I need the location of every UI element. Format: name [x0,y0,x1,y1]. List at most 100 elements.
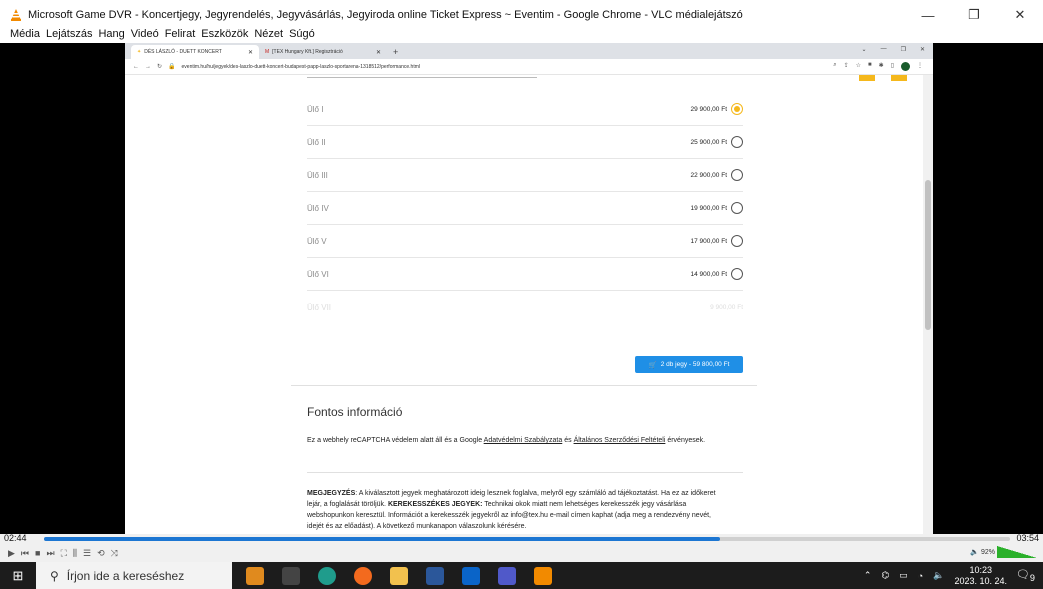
menu-media[interactable]: Média [10,28,40,42]
play-icon[interactable]: ▶ [8,548,15,559]
seat-name: Ülő IV [307,203,329,213]
speaker-icon[interactable]: 🔈 [933,570,944,581]
seat-name: Ülő V [307,236,327,246]
eventim-page: Ülő I 29 900,00 Ft Ülő II 25 900,00 Ft Ü… [125,75,923,534]
playlist-icon[interactable]: ☰ [83,548,91,559]
menu-playback[interactable]: Lejátszás [46,28,92,42]
seat-price: 25 900,00 Ft [690,138,728,146]
volume-level: 92% [980,548,995,556]
bookmark-star-icon[interactable]: ☆ [856,62,861,71]
menu-subtitle[interactable]: Felirat [165,28,196,42]
seat-row[interactable]: Ülő V 17 900,00 Ft [307,225,743,258]
browser-tab-strip: ✦ DÉS LÁSZLÓ - DUETT KONCERT ✕ M [TEX Hu… [125,43,933,59]
chevron-down-icon[interactable]: ⌄ [862,46,867,53]
menu-video[interactable]: Videó [131,28,159,42]
seat-radio[interactable] [731,136,743,148]
clock[interactable]: 10:23 2023. 10. 24. [954,565,1007,587]
close-tab-icon[interactable]: ✕ [376,49,381,56]
volume-control[interactable]: 🔈 92% [970,546,1037,558]
browser-close-icon[interactable]: ✕ [920,46,925,53]
browser-minimize-icon[interactable]: — [881,46,887,53]
clock-date: 2023. 10. 24. [954,575,1007,586]
prev-icon[interactable]: ⏮ [21,548,29,559]
seat-name: Ülő VI [307,269,329,279]
minimize-button[interactable]: — [905,0,951,30]
seat-row[interactable]: Ülő IV 19 900,00 Ft [307,192,743,225]
url-field[interactable]: eventim.hu/hu/jegyek/des-laszlo-duett-ko… [182,64,420,70]
vlc-seek-bar: 02:44 03:54 [0,533,1043,544]
fullscreen-icon[interactable]: ⛶ [61,548,67,559]
new-tab-button[interactable]: + [387,45,404,59]
forward-icon[interactable]: → [145,64,151,70]
teams-icon[interactable] [498,566,516,585]
menu-tools[interactable]: Eszközök [201,28,248,42]
privacy-policy-link[interactable]: Adatvédelmi Szabályzata [484,437,563,444]
edge-icon[interactable] [318,566,336,585]
extension-icon[interactable]: ■ [868,62,872,71]
seat-radio-selected[interactable] [731,103,743,115]
windows-start-icon[interactable]: ⊞ [0,562,36,589]
reload-icon[interactable]: ↻ [157,63,162,70]
stop-icon[interactable]: ■ [35,548,40,558]
close-tab-icon[interactable]: ✕ [248,49,253,56]
next-icon[interactable]: ⏭ [46,548,54,559]
browser-tab-eventim[interactable]: ✦ DÉS LÁSZLÓ - DUETT KONCERT ✕ [131,45,259,59]
extended-settings-icon[interactable]: ⫼ [73,548,77,559]
search-icon[interactable]: ⌕ [833,62,836,71]
seek-slider[interactable] [44,537,1010,541]
add-to-cart-button[interactable]: 🛒 2 db jegy - 59 800,00 Ft [635,356,743,373]
back-icon[interactable]: ← [133,64,139,70]
sidepanel-icon[interactable]: ▯ [891,62,894,71]
lock-icon: 🔒 [168,64,176,70]
seat-row[interactable]: Ülő II 25 900,00 Ft [307,126,743,159]
browser-maximize-icon[interactable]: ❐ [901,46,906,53]
page-scrollbar[interactable] [923,75,933,534]
search-icon: ⚲ [50,568,59,583]
seat-row[interactable]: Ülő III 22 900,00 Ft [307,159,743,192]
vlc-taskbar-icon[interactable] [534,566,552,585]
seat-name: Ülő I [307,104,324,114]
firefox-icon[interactable] [354,566,372,585]
seat-radio[interactable] [731,169,743,181]
yellow-button[interactable] [891,75,907,81]
kebab-menu-icon[interactable]: ⋮ [917,62,923,71]
terms-link[interactable]: Általános Szerződési Feltételi [574,437,666,444]
volume-slider[interactable] [997,546,1037,558]
task-view-icon[interactable] [282,566,300,585]
menu-view[interactable]: Nézet [254,28,283,42]
shuffle-icon[interactable]: ⤨ [111,548,118,559]
seat-name: Ülő VII [307,303,332,312]
cart-button-label: 2 db jegy - 59 800,00 Ft [660,361,730,368]
yellow-button[interactable] [859,75,875,81]
briefcase-icon[interactable] [246,566,264,585]
notification-icon[interactable]: 🗨9 [1016,568,1035,583]
browser-tab-tex[interactable]: M [TEX Hungary Kft.] Regisztráció ✕ [259,45,387,59]
maximize-button[interactable]: ❐ [951,0,997,30]
seat-radio[interactable] [731,202,743,214]
outlook-icon[interactable] [462,566,480,585]
share-icon[interactable]: ⇪ [844,62,849,71]
window-title: Microsoft Game DVR - Koncertjegy, Jegyre… [28,9,743,21]
file-explorer-icon[interactable] [390,566,408,585]
menu-help[interactable]: Súgó [289,28,315,42]
close-button[interactable]: ✕ [997,0,1043,30]
clock-time: 10:23 [969,564,992,575]
network-icon[interactable]: ⌬ [881,570,889,581]
battery-icon[interactable]: ▭ [899,570,908,581]
scrollbar-thumb[interactable] [925,180,931,330]
menu-audio[interactable]: Hang [98,28,124,42]
seat-row[interactable]: Ülő VI 14 900,00 Ft [307,258,743,291]
loop-icon[interactable]: ⟲ [97,548,105,559]
seat-row[interactable]: Ülő I 29 900,00 Ft [307,93,743,126]
seat-radio[interactable] [731,268,743,280]
puzzle-icon[interactable]: ✱ [879,62,884,71]
seat-radio[interactable] [731,235,743,247]
tab-label: DÉS LÁSZLÓ - DUETT KONCERT [144,49,222,55]
chevron-up-icon[interactable]: ⌃ [864,570,872,581]
word-icon[interactable] [426,566,444,585]
taskbar-search[interactable]: ⚲ Írjon ide a kereséshez [36,562,232,589]
profile-avatar[interactable] [901,62,910,71]
wifi-icon[interactable]: ◔ [918,571,923,581]
note-label: MEGJEGYZÉS [307,490,356,497]
seat-price: 22 900,00 Ft [690,171,728,179]
